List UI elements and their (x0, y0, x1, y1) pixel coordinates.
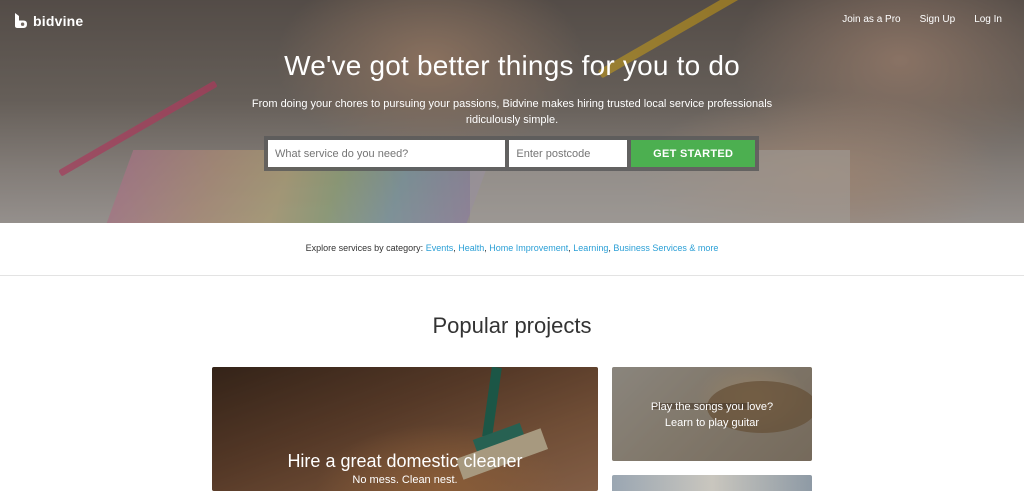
category-link-learning[interactable]: Learning (573, 243, 608, 253)
explore-prefix: Explore services by category: (305, 243, 424, 253)
card-title: Hire a great domestic cleaner (287, 451, 523, 471)
brand-logo[interactable]: bidvine (13, 12, 83, 29)
service-search-form: GET STARTED (264, 136, 759, 171)
card-overlay (212, 367, 598, 491)
brand-name: bidvine (33, 12, 84, 29)
category-link-home-improvement[interactable]: Home Improvement (489, 243, 568, 253)
get-started-button[interactable]: GET STARTED (631, 140, 755, 167)
top-nav: Join as a Pro Sign Up Log In (842, 14, 1002, 25)
explore-categories-bar: Explore services by category: Events, He… (0, 223, 1024, 276)
card-overlay (612, 367, 812, 461)
project-card-guitar-lessons[interactable]: Play the songs you love? Learn to play g… (612, 367, 812, 461)
join-as-pro-link[interactable]: Join as a Pro (842, 14, 900, 25)
popular-projects-title: Popular projects (432, 313, 592, 338)
service-input[interactable] (268, 140, 506, 167)
card-line-2: Learn to play guitar (664, 417, 760, 429)
card-line-1: Play the songs you love? (650, 401, 774, 413)
project-card-domestic-cleaner[interactable]: Hire a great domestic cleaner No mess. C… (212, 367, 598, 491)
category-link-events[interactable]: Events (426, 243, 454, 253)
log-in-link[interactable]: Log In (974, 14, 1002, 25)
sign-up-link[interactable]: Sign Up (920, 14, 956, 25)
card-subtitle: No mess. Clean nest. (352, 474, 458, 486)
bidvine-logo-icon (15, 13, 27, 28)
category-link-business-services[interactable]: Business Services & more (613, 243, 718, 253)
hero-title: We've got better things for you to do (284, 50, 740, 81)
postcode-input[interactable] (509, 140, 628, 167)
hero-subtitle: From doing your chores to pursuing your … (251, 98, 773, 126)
project-card-partial[interactable] (612, 475, 812, 491)
category-link-health[interactable]: Health (458, 243, 484, 253)
hero-banner: bidvine Join as a Pro Sign Up Log In We'… (0, 0, 1024, 223)
